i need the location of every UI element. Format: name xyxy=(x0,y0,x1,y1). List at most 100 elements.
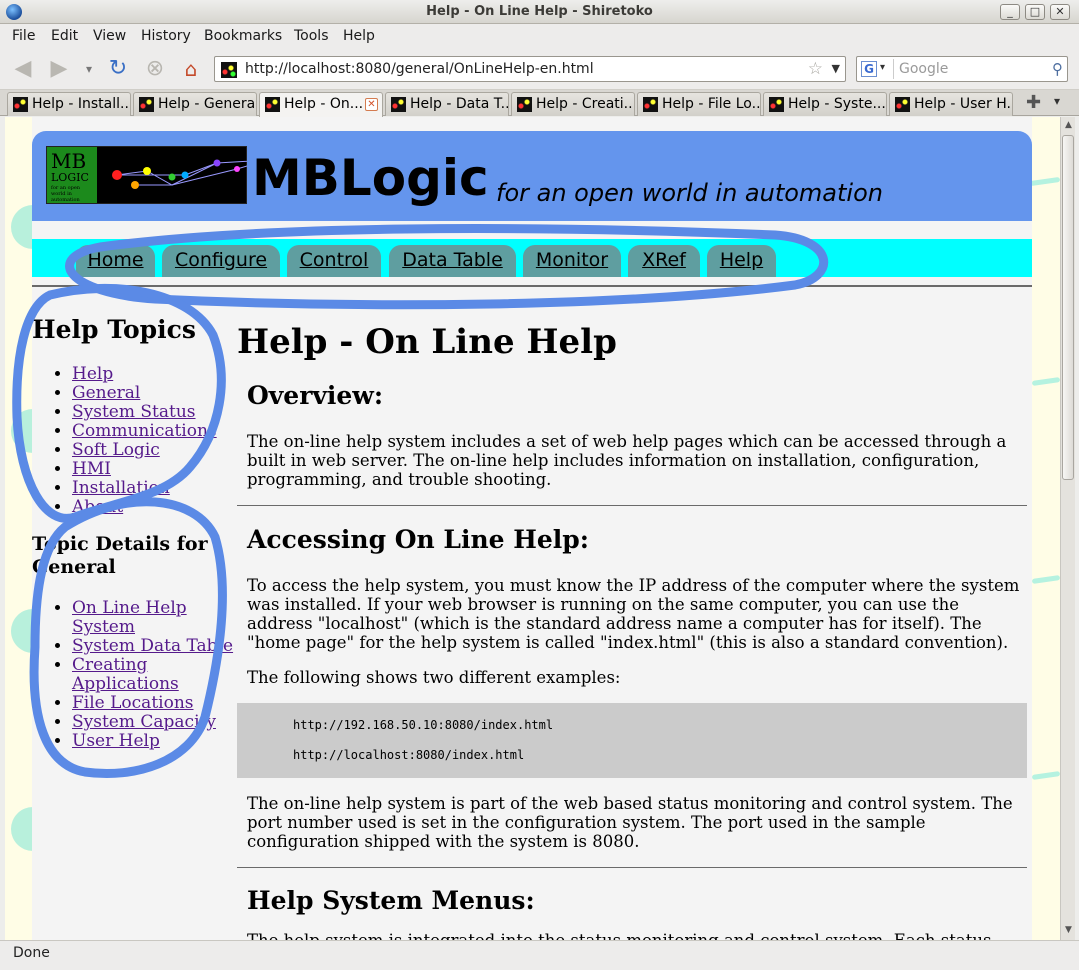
menu-bookmarks[interactable]: Bookmarks xyxy=(204,28,282,44)
vertical-scrollbar[interactable]: ▲ ▼ xyxy=(1060,117,1075,940)
menus-text: The help system is integrated into the s… xyxy=(247,931,1027,940)
logo-network-graphic xyxy=(112,159,247,189)
tab-favicon-icon xyxy=(13,97,28,112)
topic-link-about[interactable]: About xyxy=(72,497,123,517)
list-item: General xyxy=(72,384,217,403)
menu-edit[interactable]: Edit xyxy=(51,28,78,44)
tab-help-file-locations[interactable]: Help - File Lo... xyxy=(637,92,761,116)
list-item: User Help xyxy=(72,732,232,751)
tab-favicon-icon xyxy=(895,97,910,112)
page-title: Help - On Line Help xyxy=(237,322,617,362)
search-icon[interactable]: ⚲ xyxy=(1052,60,1063,78)
accessing-text: To access the help system, you must know… xyxy=(247,576,1020,652)
tab-help-system[interactable]: Help - Syste... xyxy=(763,92,887,116)
list-item: About xyxy=(72,498,217,517)
bg-streak-decoration xyxy=(1031,575,1060,584)
tab-help-general[interactable]: Help - General xyxy=(133,92,257,116)
new-tab-icon[interactable]: ✚ xyxy=(1026,92,1041,113)
menu-view[interactable]: View xyxy=(93,28,126,44)
tab-help-creating[interactable]: Help - Creati... xyxy=(511,92,635,116)
topic-link-installation[interactable]: Installation xyxy=(72,478,170,498)
tab-favicon-icon xyxy=(769,97,784,112)
list-item: Soft Logic xyxy=(72,441,217,460)
back-arrow-icon[interactable]: ◀ xyxy=(10,56,36,82)
tab-favicon-icon xyxy=(265,97,280,112)
tab-help-user[interactable]: Help - User H... xyxy=(889,92,1013,116)
list-item: Help xyxy=(72,365,217,384)
menu-bar: File Edit View History Bookmarks Tools H… xyxy=(0,24,1079,48)
list-item: Creating Applications xyxy=(72,656,232,694)
list-all-tabs-icon[interactable]: ▾ xyxy=(1054,94,1060,108)
list-item: System Capacity xyxy=(72,713,232,732)
scroll-down-arrow-icon[interactable]: ▼ xyxy=(1061,923,1076,938)
nav-tab-control[interactable]: Control xyxy=(287,245,381,277)
nav-tab-home[interactable]: Home xyxy=(76,245,155,277)
examples-text: The following shows two different exampl… xyxy=(247,668,621,687)
search-bar[interactable]: G ▾ Google ⚲ xyxy=(856,56,1068,82)
window-titlebar: Help - On Line Help - Shiretoko _ □ ✕ xyxy=(0,0,1079,24)
topic-link-system-status[interactable]: System Status xyxy=(72,402,196,422)
reload-icon[interactable]: ↻ xyxy=(105,56,131,82)
overview-text: The on-line help system includes a set o… xyxy=(247,432,1007,489)
help-topics-heading: Help Topics xyxy=(32,315,196,344)
header-divider xyxy=(32,285,1032,287)
topic-link-communications[interactable]: Communications xyxy=(72,421,217,441)
url-dropdown-icon[interactable]: ▼ xyxy=(832,62,840,75)
nav-tab-xref[interactable]: XRef xyxy=(628,245,700,277)
topic-link-hmi[interactable]: HMI xyxy=(72,459,111,479)
brand-tagline: for an open world in automation xyxy=(496,179,883,207)
help-page: MB LOGIC for an open world in automation xyxy=(32,117,1032,940)
section-divider xyxy=(237,505,1027,506)
list-item: File Locations xyxy=(72,694,232,713)
tab-help-online[interactable]: Help - On... ✕ xyxy=(259,92,383,117)
tab-help-install[interactable]: Help - Install... xyxy=(7,92,131,116)
bookmark-star-icon[interactable]: ☆ xyxy=(808,59,823,79)
site-banner: MB LOGIC for an open world in automation xyxy=(32,131,1032,221)
engine-dropdown-icon[interactable]: ▾ xyxy=(880,62,885,73)
menu-tools[interactable]: Tools xyxy=(294,28,329,44)
nav-tab-configure[interactable]: Configure xyxy=(162,245,280,277)
list-item: On Line Help System xyxy=(72,599,232,637)
list-item: Installation xyxy=(72,479,217,498)
bg-streak-decoration xyxy=(1031,771,1060,780)
site-favicon-icon xyxy=(221,62,237,78)
menu-file[interactable]: File xyxy=(12,28,35,44)
minimize-button[interactable]: _ xyxy=(1000,4,1020,20)
forward-arrow-icon[interactable]: ▶ xyxy=(46,56,72,82)
code-block: http://192.168.50.10:8080/index.html htt… xyxy=(237,703,1027,778)
nav-tab-data-table[interactable]: Data Table xyxy=(389,245,516,277)
code-line: http://localhost:8080/index.html xyxy=(293,748,525,762)
url-text[interactable]: http://localhost:8080/general/OnLineHelp… xyxy=(245,61,594,77)
code-line: http://192.168.50.10:8080/index.html xyxy=(293,718,554,732)
search-placeholder[interactable]: Google xyxy=(899,61,948,77)
tab-close-icon[interactable]: ✕ xyxy=(365,98,378,111)
detail-link-system-data-table[interactable]: System Data Table xyxy=(72,636,233,656)
home-icon[interactable]: ⌂ xyxy=(178,56,204,82)
topic-link-help[interactable]: Help xyxy=(72,364,113,384)
detail-link-online-help[interactable]: On Line Help System xyxy=(72,598,187,637)
scroll-up-arrow-icon[interactable]: ▲ xyxy=(1061,118,1076,133)
menu-history[interactable]: History xyxy=(141,28,191,44)
stop-icon[interactable]: ⊗ xyxy=(142,56,168,82)
detail-link-user-help[interactable]: User Help xyxy=(72,731,160,751)
topic-link-soft-logic[interactable]: Soft Logic xyxy=(72,440,160,460)
status-bar: Done xyxy=(0,940,1079,970)
history-dropdown-icon[interactable]: ▾ xyxy=(76,56,102,82)
nav-tab-monitor[interactable]: Monitor xyxy=(523,245,621,277)
nav-tab-help[interactable]: Help xyxy=(707,245,776,277)
topic-link-general[interactable]: General xyxy=(72,383,140,403)
section-divider xyxy=(237,867,1027,868)
detail-link-file-locations[interactable]: File Locations xyxy=(72,693,194,713)
detail-link-system-capacity[interactable]: System Capacity xyxy=(72,712,216,732)
scrollbar-thumb[interactable] xyxy=(1062,135,1074,480)
menu-help[interactable]: Help xyxy=(343,28,375,44)
maximize-button[interactable]: □ xyxy=(1025,4,1045,20)
menus-heading: Help System Menus: xyxy=(247,886,535,915)
url-bar[interactable]: http://localhost:8080/general/OnLineHelp… xyxy=(214,56,846,82)
detail-link-creating-applications[interactable]: Creating Applications xyxy=(72,655,179,694)
tab-help-data-table[interactable]: Help - Data T... xyxy=(385,92,509,116)
topic-details-heading: Topic Details for General xyxy=(32,533,208,578)
google-engine-icon[interactable]: G xyxy=(861,61,877,77)
brand-title: MBLogic xyxy=(252,149,489,207)
close-window-button[interactable]: ✕ xyxy=(1050,4,1070,20)
